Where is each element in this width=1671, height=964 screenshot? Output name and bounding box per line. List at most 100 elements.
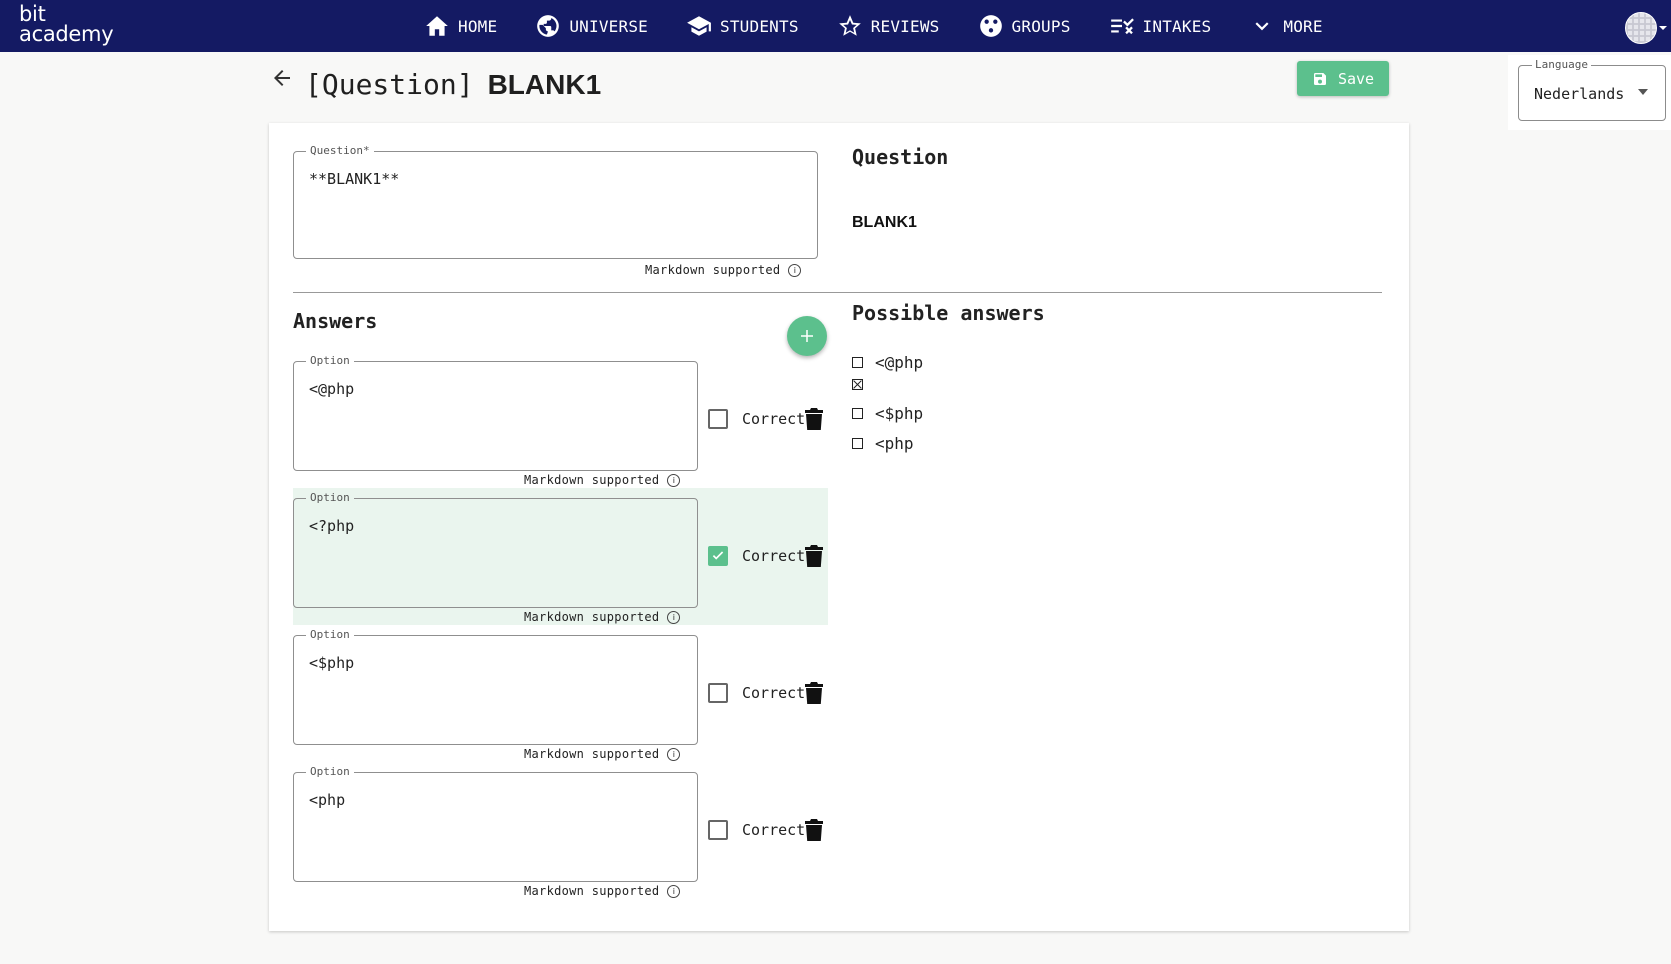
page-title: [Question] BLANK1: [305, 68, 601, 101]
star-icon: [838, 15, 861, 36]
possible-answer-item: [852, 379, 875, 390]
possible-answer-text: <php: [875, 434, 914, 453]
groups-icon: [979, 15, 1002, 37]
correct-checkbox[interactable]: [708, 683, 728, 703]
answer-row: Option <@php Correct Markdown supported i: [293, 351, 828, 488]
correct-checkbox[interactable]: [708, 820, 728, 840]
option-value[interactable]: <@php: [309, 380, 354, 398]
option-value[interactable]: <php: [309, 791, 345, 809]
nav-label: UNIVERSE: [569, 16, 649, 36]
language-legend: Language: [1532, 58, 1591, 71]
markdown-note-text: Markdown supported: [524, 884, 660, 898]
answer-row: Option <php Correct Markdown supported i: [293, 762, 828, 899]
unchecked-box-icon: [852, 357, 863, 368]
option-field[interactable]: Option <@php: [293, 354, 698, 471]
main-nav: HOME UNIVERSE STUDENTS REVIEWS GROUPS IN…: [424, 0, 1323, 52]
correct-checkbox[interactable]: [708, 409, 728, 429]
answer-row: Option <$php Correct Markdown supported i: [293, 625, 828, 762]
user-avatar[interactable]: [1625, 12, 1657, 44]
trash-icon[interactable]: [805, 682, 823, 704]
answer-row-correct: Option <?php Correct Markdown supported i: [293, 488, 828, 625]
nav-label: INTAKES: [1142, 16, 1212, 36]
correct-label: Correct: [742, 410, 806, 428]
option-legend: Option: [306, 765, 354, 778]
globe-icon: [537, 15, 560, 37]
possible-answer-text: <@php: [875, 353, 924, 372]
page-title-name: BLANK1: [487, 69, 602, 100]
save-button-label: Save: [1337, 69, 1375, 88]
markdown-note: Markdown supported i: [524, 884, 681, 898]
possible-answer-item: <$php: [852, 404, 923, 423]
preview-question-title: Question: [852, 145, 949, 169]
possible-answer-item: <@php: [852, 353, 923, 372]
logo-line-2: academy: [19, 22, 114, 46]
possible-answer-text: <$php: [875, 404, 924, 423]
markdown-note: Markdown supported i: [524, 473, 681, 487]
markdown-note-text: Markdown supported: [524, 610, 660, 624]
nav-item-universe[interactable]: UNIVERSE: [535, 13, 648, 39]
option-field[interactable]: Option <php: [293, 765, 698, 882]
top-navbar: bit academy HOME UNIVERSE STUDENTS REVIE…: [0, 0, 1671, 52]
markdown-note: Markdown supported i: [524, 747, 681, 761]
dropdown-caret-icon[interactable]: [1638, 89, 1648, 95]
checklist-icon: [1110, 18, 1134, 35]
nav-item-groups[interactable]: GROUPS: [978, 13, 1071, 39]
option-value[interactable]: <$php: [309, 654, 354, 672]
back-arrow-icon[interactable]: [270, 66, 294, 90]
correct-label: Correct: [742, 821, 806, 839]
preview-question-text: BLANK1: [852, 214, 917, 231]
nav-label: GROUPS: [1011, 16, 1071, 36]
option-field[interactable]: Option <$php: [293, 628, 698, 745]
logo-line-1: bit: [19, 2, 46, 26]
unchecked-box-icon: [852, 438, 863, 449]
info-icon[interactable]: i: [667, 610, 681, 624]
language-value: Nederlands: [1534, 85, 1625, 103]
option-legend: Option: [306, 354, 354, 367]
home-icon: [426, 16, 448, 36]
info-icon[interactable]: i: [667, 884, 681, 898]
markdown-note-text: Markdown supported: [524, 473, 660, 487]
option-legend: Option: [306, 628, 354, 641]
nav-item-students[interactable]: STUDENTS: [686, 13, 799, 39]
markdown-note: Markdown supported i: [524, 610, 681, 624]
info-icon[interactable]: i: [667, 747, 681, 761]
info-icon[interactable]: i: [788, 263, 802, 277]
avatar-chevron-icon[interactable]: [1658, 18, 1668, 30]
question-field-legend: Question*: [306, 144, 374, 157]
possible-answer-item: <php: [852, 434, 914, 453]
option-value[interactable]: <?php: [309, 517, 354, 535]
chevron-down-icon: [1255, 22, 1269, 31]
trash-icon[interactable]: [805, 408, 823, 430]
markdown-note-text: Markdown supported: [645, 263, 781, 277]
bit-academy-logo[interactable]: bit academy: [19, 2, 139, 46]
graduation-cap-icon: [687, 16, 711, 36]
nav-label: STUDENTS: [720, 16, 799, 36]
question-editor-card: Question* **BLANK1** Markdown supported i…: [269, 123, 1409, 931]
markdown-note-text: Markdown supported: [524, 747, 660, 761]
trash-icon[interactable]: [805, 819, 823, 841]
nav-item-reviews[interactable]: REVIEWS: [837, 13, 940, 39]
info-icon[interactable]: i: [667, 473, 681, 487]
option-legend: Option: [306, 491, 354, 504]
section-divider: [293, 292, 1382, 293]
nav-label: MORE: [1283, 16, 1323, 36]
possible-answers-title: Possible answers: [852, 301, 1045, 325]
question-field-value[interactable]: **BLANK1**: [309, 170, 399, 188]
markdown-note: Markdown supported i: [645, 263, 802, 277]
nav-item-more[interactable]: MORE: [1249, 13, 1323, 39]
add-answer-button[interactable]: [787, 316, 827, 356]
nav-label: HOME: [458, 16, 498, 36]
option-field[interactable]: Option <?php: [293, 491, 698, 608]
correct-checkbox-checked[interactable]: [708, 546, 728, 566]
nav-item-intakes[interactable]: INTAKES: [1109, 13, 1212, 39]
plus-icon: [801, 330, 813, 342]
nav-item-home[interactable]: HOME: [424, 13, 497, 39]
checked-box-icon: [852, 379, 863, 390]
unchecked-box-icon: [852, 408, 863, 419]
trash-icon[interactable]: [805, 545, 823, 567]
question-field[interactable]: Question* **BLANK1**: [293, 144, 818, 259]
nav-label: REVIEWS: [870, 16, 940, 36]
correct-label: Correct: [742, 684, 806, 702]
correct-label: Correct: [742, 547, 806, 565]
save-button[interactable]: Save: [1297, 61, 1389, 96]
